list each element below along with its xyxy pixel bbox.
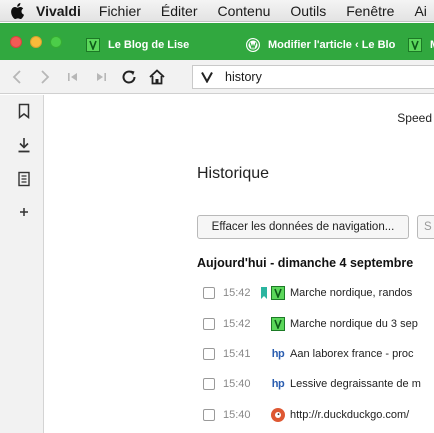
navigation-toolbar: history xyxy=(0,60,434,94)
hp-icon: hp xyxy=(271,348,285,360)
forward-icon[interactable] xyxy=(34,66,56,88)
menu-fenetre[interactable]: Fenêtre xyxy=(346,3,394,19)
menu-outils[interactable]: Outils xyxy=(290,3,326,19)
row-time: 15:41 xyxy=(223,348,251,360)
menu-editer[interactable]: Éditer xyxy=(161,3,198,19)
row-checkbox[interactable] xyxy=(203,378,215,390)
address-input[interactable]: history xyxy=(225,70,262,84)
row-checkbox[interactable] xyxy=(203,409,215,421)
add-panel-icon[interactable] xyxy=(14,202,34,222)
bookmarks-icon[interactable] xyxy=(14,101,34,121)
menu-bar: Vivaldi Fichier Éditer Contenu Outils Fe… xyxy=(0,0,434,22)
speed-dial-link[interactable]: Speed xyxy=(397,111,432,125)
row-checkbox[interactable] xyxy=(203,287,215,299)
tab-label: M xyxy=(430,39,434,51)
history-row[interactable]: 15:40 http://r.duckduckgo.com/ xyxy=(203,405,409,425)
blog-favicon-icon xyxy=(271,317,285,331)
tab-label: Le Blog de Lise xyxy=(108,39,190,51)
reload-icon[interactable] xyxy=(118,66,140,88)
minimize-window-button[interactable] xyxy=(30,36,42,48)
wordpress-icon xyxy=(246,38,260,52)
row-time: 15:40 xyxy=(223,409,251,421)
tab-bar: Le Blog de Lise Modifier l'article ‹ Le … xyxy=(0,23,434,60)
row-title[interactable]: Lessive degraissante de m xyxy=(290,378,421,390)
row-time: 15:42 xyxy=(223,287,251,299)
address-bar[interactable]: history xyxy=(192,65,434,89)
home-icon[interactable] xyxy=(146,66,168,88)
row-time: 15:40 xyxy=(223,378,251,390)
row-title[interactable]: Marche nordique, randos xyxy=(290,287,412,299)
row-checkbox[interactable] xyxy=(203,348,215,360)
tab-edit-article[interactable]: Modifier l'article ‹ Le Blo xyxy=(240,33,395,57)
apple-icon[interactable] xyxy=(10,2,24,19)
maximize-window-button[interactable] xyxy=(50,36,62,48)
blog-favicon-icon xyxy=(408,38,422,52)
rewind-icon[interactable] xyxy=(62,66,84,88)
downloads-icon[interactable] xyxy=(14,135,34,155)
vivaldi-icon xyxy=(197,71,217,83)
row-title[interactable]: Aan laborex france - proc xyxy=(290,348,414,360)
menu-aide[interactable]: Ai xyxy=(414,3,426,19)
duckduckgo-icon xyxy=(271,408,285,422)
day-heading: Aujourd'hui - dimanche 4 septembre xyxy=(197,256,414,270)
menu-app-name[interactable]: Vivaldi xyxy=(36,3,81,19)
history-row[interactable]: 15:40 hp Lessive degraissante de m xyxy=(203,374,421,394)
secondary-button[interactable]: S xyxy=(417,215,434,239)
row-checkbox[interactable] xyxy=(203,318,215,330)
row-time: 15:42 xyxy=(223,318,251,330)
tab-label: Modifier l'article ‹ Le Blo xyxy=(268,39,395,51)
blog-favicon-icon xyxy=(271,286,285,300)
blog-favicon-icon xyxy=(86,38,100,52)
clear-browsing-data-button[interactable]: Effacer les données de navigation... xyxy=(197,215,409,239)
window-controls xyxy=(10,36,62,48)
fast-forward-icon[interactable] xyxy=(90,66,112,88)
page-title: Historique xyxy=(197,165,270,182)
hp-icon: hp xyxy=(271,378,285,390)
bookmark-marker-icon xyxy=(261,287,271,299)
notes-icon[interactable] xyxy=(14,169,34,189)
history-page: Speed Historique Effacer les données de … xyxy=(45,95,434,433)
menu-contenu[interactable]: Contenu xyxy=(217,3,270,19)
history-row[interactable]: 15:42 Marche nordique, randos xyxy=(203,283,412,303)
row-title[interactable]: Marche nordique du 3 sep xyxy=(290,318,418,330)
side-panel xyxy=(0,95,44,433)
tab-blog[interactable]: Le Blog de Lise xyxy=(80,33,230,57)
back-icon[interactable] xyxy=(6,66,28,88)
menu-fichier[interactable]: Fichier xyxy=(99,3,141,19)
row-title[interactable]: http://r.duckduckgo.com/ xyxy=(290,409,409,421)
close-window-button[interactable] xyxy=(10,36,22,48)
history-row[interactable]: 15:41 hp Aan laborex france - proc xyxy=(203,344,414,364)
tab-partial[interactable]: M xyxy=(402,33,434,57)
history-row[interactable]: 15:42 Marche nordique du 3 sep xyxy=(203,314,418,334)
